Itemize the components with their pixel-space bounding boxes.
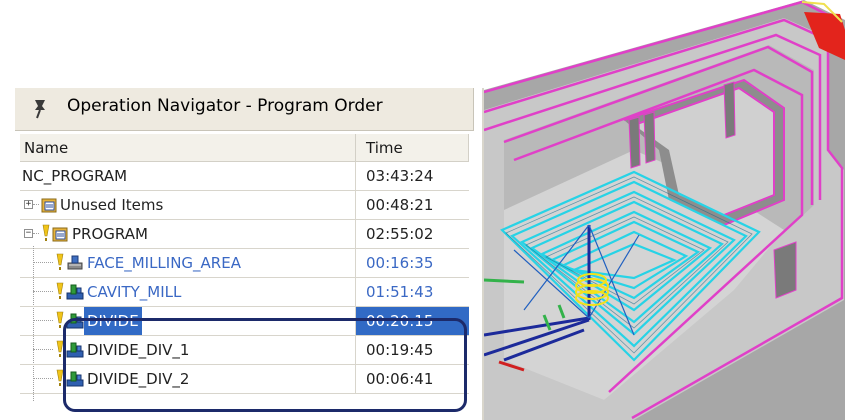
tree-row-unused-items[interactable]: + Unused Items 00:48:21 (20, 191, 469, 220)
row-time: 02:55:02 (366, 225, 434, 243)
program-group-icon (41, 198, 57, 213)
toolpath-3d-view (484, 0, 845, 420)
face-milling-icon (67, 255, 83, 270)
tree-row-divide-div-2[interactable]: DIVIDE_DIV_2 00:06:41 (20, 365, 469, 394)
tree-row-cavity-mill[interactable]: CAVITY_MILL 01:51:43 (20, 278, 469, 307)
column-header-time[interactable]: Time (356, 134, 469, 162)
tree-row-face-milling-area[interactable]: FACE_MILLING_AREA 00:16:35 (20, 249, 469, 278)
row-label: DIVIDE_DIV_1 (87, 341, 190, 359)
navigator-header: Operation Navigator - Program Order (15, 88, 474, 131)
tree-row-program[interactable]: − PROGRAM 02:55:02 (20, 220, 469, 249)
row-time: 00:16:35 (366, 254, 434, 272)
tree-row-divide[interactable]: DIVIDE 00:20:15 (20, 307, 469, 336)
operation-tree: Name Time NC_PROGRAM 03:43:24 + Unused I… (20, 134, 483, 416)
status-yellow-marker-icon (56, 253, 64, 270)
status-yellow-marker-icon (56, 369, 64, 386)
status-yellow-marker-icon (42, 224, 50, 241)
row-time: 00:19:45 (366, 341, 434, 359)
cavity-mill-icon (66, 342, 84, 358)
graphics-viewport[interactable] (484, 0, 845, 420)
cavity-mill-icon (66, 371, 84, 387)
row-label: PROGRAM (72, 225, 148, 243)
operation-navigator-panel: Operation Navigator - Program Order Name… (15, 88, 482, 420)
status-yellow-marker-icon (56, 282, 64, 299)
expand-plus-icon[interactable]: + (24, 200, 33, 209)
row-time: 03:43:24 (366, 167, 434, 185)
row-label: DIVIDE_DIV_2 (87, 370, 190, 388)
row-label: FACE_MILLING_AREA (87, 254, 241, 272)
row-time: 01:51:43 (366, 283, 434, 301)
row-label: Unused Items (60, 196, 164, 214)
pin-icon[interactable] (29, 96, 51, 120)
row-time: 00:20:15 (356, 307, 469, 335)
row-label: NC_PROGRAM (22, 167, 128, 185)
status-yellow-marker-icon (56, 340, 64, 357)
tree-row-nc-program[interactable]: NC_PROGRAM 03:43:24 (20, 162, 469, 191)
row-label: CAVITY_MILL (87, 283, 182, 301)
navigator-title: Operation Navigator - Program Order (67, 96, 383, 116)
cavity-mill-icon (66, 284, 84, 300)
status-yellow-marker-icon (56, 311, 64, 328)
row-time: 00:48:21 (366, 196, 434, 214)
row-time: 00:06:41 (366, 370, 434, 388)
tree-row-divide-div-1[interactable]: DIVIDE_DIV_1 00:19:45 (20, 336, 469, 365)
column-header-name[interactable]: Name (20, 134, 356, 162)
collapse-minus-icon[interactable]: − (24, 229, 33, 238)
row-label: DIVIDE (84, 307, 142, 335)
program-group-icon (52, 227, 68, 242)
cavity-mill-icon (66, 313, 84, 329)
